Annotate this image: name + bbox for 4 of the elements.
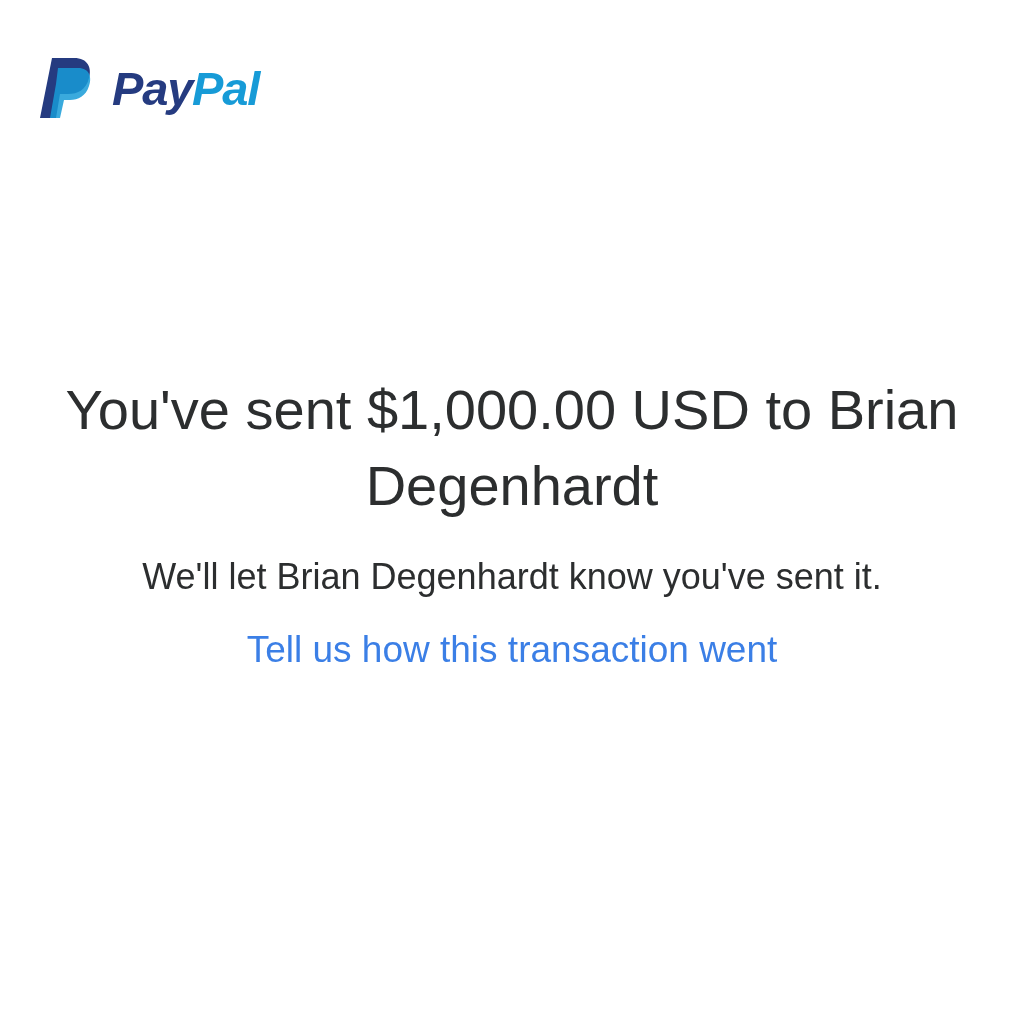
message: We'll let Brian Degenhardt know you've sent it.	[142, 555, 882, 599]
feedback-link[interactable]: Tell us how this transaction went	[246, 622, 778, 678]
logo-icon	[38, 56, 92, 120]
headline: You've sent $1,000.00 USD to Brian Degenhardt	[64, 377, 960, 519]
